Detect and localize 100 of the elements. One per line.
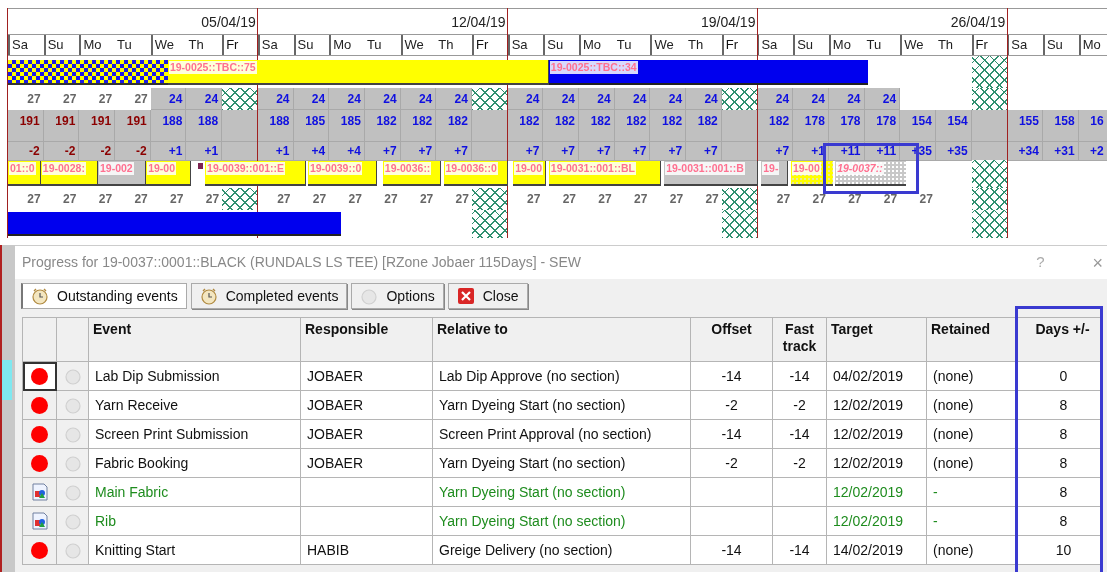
capacity-value: 24 <box>864 88 901 110</box>
capacity-value: +7 <box>400 142 437 161</box>
bar-label: 19-002 <box>98 162 134 175</box>
capacity-value: +7 <box>614 142 651 161</box>
gantt-bar[interactable]: 19-0036::0 <box>443 161 508 186</box>
day-label: Mo <box>583 36 602 55</box>
gantt-bar[interactable]: 01::0 <box>8 161 41 186</box>
table-cell: -2 <box>772 390 827 420</box>
table-cell: Knitting Start <box>88 535 301 565</box>
column-header[interactable]: Offset <box>690 317 773 362</box>
hatched-cell <box>222 88 258 110</box>
capacity-value: +2 <box>1078 142 1107 161</box>
capacity-value: +7 <box>507 142 544 161</box>
column-header[interactable]: Retained <box>926 317 1017 362</box>
capacity-value: 24 <box>650 88 687 110</box>
capacity-value: 24 <box>686 88 722 110</box>
capacity-value: 158 <box>1042 110 1079 142</box>
row-selector-cell[interactable] <box>22 535 57 565</box>
capacity-value: 178 <box>864 110 901 142</box>
options-button[interactable]: Options <box>351 283 444 309</box>
gantt-bar[interactable]: 19-0037:: <box>835 161 906 186</box>
gantt-bar[interactable]: 19-0039::0 <box>307 161 378 186</box>
column-header[interactable]: Days +/- <box>1016 317 1103 362</box>
row-selector-cell[interactable] <box>22 448 57 478</box>
gantt-bar[interactable]: 19-0028: <box>40 161 98 186</box>
capacity-value: +7 <box>364 142 401 161</box>
capacity-value: +34 <box>1007 142 1043 161</box>
gantt-bar[interactable]: 19-00 <box>146 161 192 186</box>
capacity-value: -2 <box>8 142 44 161</box>
faint-circle-icon <box>360 287 379 305</box>
tab[interactable]: Outstanding events <box>21 283 187 309</box>
column-header[interactable]: Event <box>88 317 301 362</box>
table-cell: -2 <box>690 390 773 420</box>
table-cell: -14 <box>772 361 827 391</box>
bar-label: 19-0039::0 <box>308 162 363 175</box>
capacity-value: 24 <box>150 88 187 110</box>
table-cell: (none) <box>926 535 1017 565</box>
gantt-bar[interactable]: 19-0036:: <box>382 161 442 186</box>
day-label: Su <box>297 36 314 55</box>
column-header[interactable]: Relative to <box>432 317 691 362</box>
table-cell: JOBAER <box>300 448 433 478</box>
capacity-value: +7 <box>686 142 722 161</box>
row-selector-cell[interactable] <box>22 419 57 449</box>
tab[interactable]: Completed events <box>190 283 348 309</box>
blank-cell <box>721 142 758 161</box>
table-cell: 12/02/2019 <box>826 448 927 478</box>
gantt-bar[interactable]: 19-0039::001::E <box>205 161 307 186</box>
bar-label: 19-00 <box>514 162 543 175</box>
capacity-value: +1 <box>257 142 294 161</box>
gantt-bar[interactable]: 19-0031::001::B <box>664 161 758 186</box>
table-cell: 12/02/2019 <box>826 419 927 449</box>
day-label: We <box>904 36 924 55</box>
column-header[interactable]: Target <box>826 317 927 362</box>
faint-circle-icon <box>63 367 82 385</box>
panel-fragment <box>2 360 12 400</box>
table-cell: 0 <box>1016 361 1103 391</box>
gantt-bar[interactable]: 19- <box>761 161 789 186</box>
day-label: We <box>154 36 174 55</box>
gantt-bar[interactable]: 19-0031::001::BL <box>548 161 662 186</box>
gantt-bar[interactable]: 19-00 <box>513 161 546 186</box>
row-selector-cell[interactable] <box>22 477 57 507</box>
blank-cell <box>471 142 508 161</box>
table-cell: 12/02/2019 <box>826 477 927 507</box>
column-header[interactable]: Fast track <box>772 317 827 362</box>
capacity-value: +7 <box>650 142 687 161</box>
help-button[interactable]: ? <box>1036 251 1045 274</box>
gantt-bar[interactable]: 19-0025::TBC::75 <box>167 60 549 85</box>
row-selector-cell[interactable] <box>22 506 57 536</box>
day-label: Su <box>47 36 64 55</box>
table-cell: Greige Delivery (no section) <box>432 535 691 565</box>
capacity-value: 178 <box>793 110 829 142</box>
gantt-bar[interactable]: 19-002 <box>97 161 147 186</box>
capacity-value: +31 <box>1042 142 1079 161</box>
table-cell: (none) <box>926 390 1017 420</box>
table-cell: 8 <box>1016 390 1103 420</box>
table-cell: 04/02/2019 <box>826 361 927 391</box>
column-header[interactable]: Responsible <box>300 317 433 362</box>
day-label: Fr <box>475 36 489 55</box>
capacity-value: 154 <box>935 110 972 142</box>
flag-marker[interactable] <box>196 162 205 170</box>
table-cell: -14 <box>772 535 827 565</box>
capacity-value: 16 <box>1078 110 1107 142</box>
table-cell: Fabric Booking <box>88 448 301 478</box>
blank-cell <box>971 110 1008 142</box>
close-button[interactable]: Close <box>447 283 528 309</box>
day-label: Mo <box>83 36 102 55</box>
gantt-bar[interactable]: 19-0025::TBC::34 <box>548 60 869 85</box>
week-date: 26/04/19 <box>950 13 1006 32</box>
capacity-value: -2 <box>79 142 116 161</box>
table-cell: -2 <box>772 448 827 478</box>
hatched-cell <box>721 188 758 210</box>
row-selector-cell[interactable] <box>22 361 57 391</box>
close-button[interactable]: × <box>1092 253 1103 272</box>
faint-circle-icon <box>63 454 82 472</box>
capacity-value: 24 <box>436 88 472 110</box>
gantt-bar[interactable]: 19-00 <box>790 161 833 186</box>
hatched-cell <box>971 188 1008 210</box>
gantt-bar[interactable] <box>8 60 168 85</box>
row-selector-cell[interactable] <box>22 390 57 420</box>
faint-circle-icon <box>63 425 82 443</box>
